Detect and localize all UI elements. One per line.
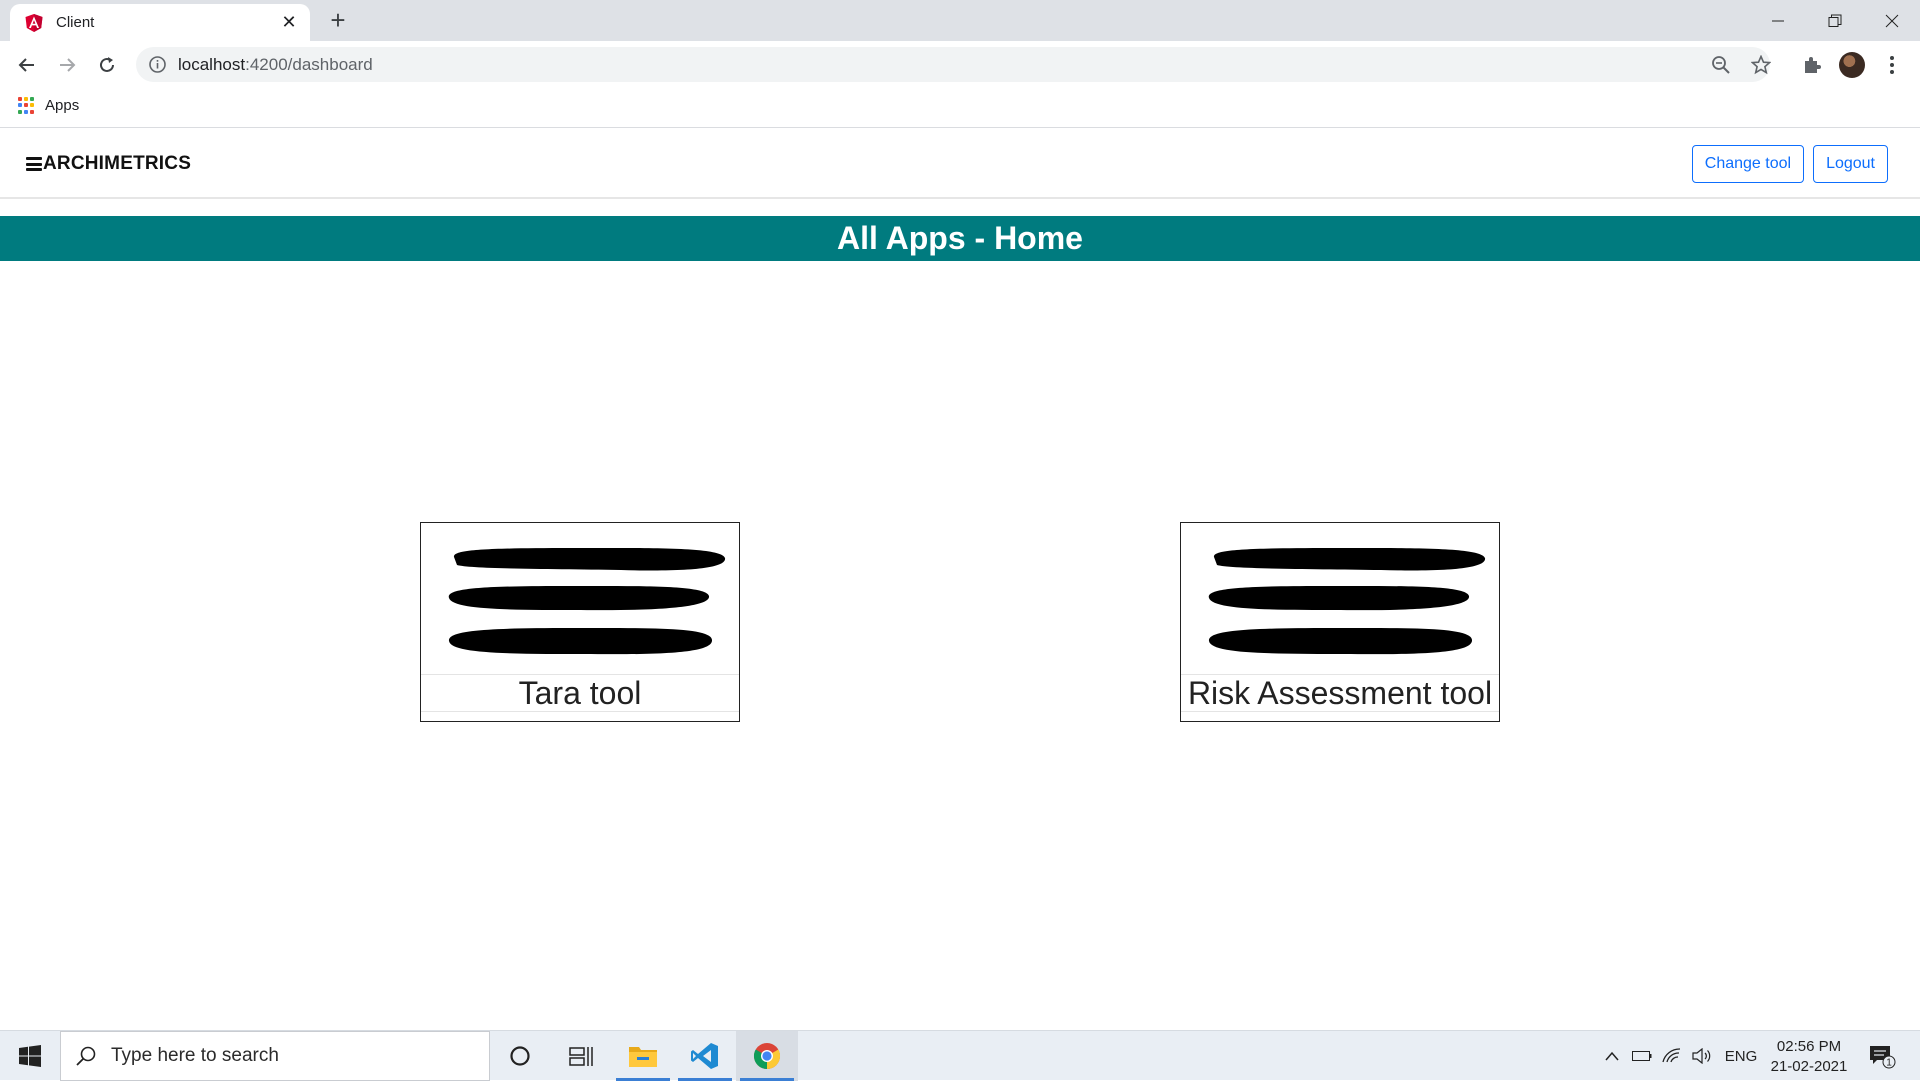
reload-icon — [100, 57, 114, 72]
close-window-button[interactable] — [1863, 0, 1920, 41]
forward-button[interactable] — [52, 50, 82, 80]
app-card-label: Tara tool — [421, 674, 739, 712]
menu-bars-icon — [448, 547, 726, 655]
battery-icon — [1632, 1051, 1652, 1061]
extensions-button[interactable] — [1797, 50, 1827, 80]
app-card-tara[interactable]: Tara tool — [420, 522, 740, 722]
volume-button[interactable] — [1690, 1031, 1714, 1081]
notifications-button[interactable]: 1 — [1862, 1031, 1902, 1081]
vscode-icon — [691, 1043, 718, 1069]
notification-icon: 1 — [1870, 1046, 1896, 1069]
url-path: :4200/dashboard — [245, 55, 373, 74]
brand-name: ARCHIMETRICS — [43, 153, 192, 174]
chrome-icon — [753, 1043, 781, 1070]
bookmark-apps[interactable]: Apps — [18, 97, 79, 114]
browser-tabstrip: Client ✕ + — [0, 0, 1920, 41]
wifi-icon — [1662, 1048, 1681, 1063]
page-banner: All Apps - Home — [0, 216, 1920, 261]
avatar — [1839, 52, 1865, 78]
new-tab-button[interactable]: + — [324, 6, 352, 34]
tab-close-icon[interactable]: ✕ — [278, 12, 300, 33]
brand[interactable]: ARCHIMETRICS — [26, 153, 191, 175]
tab-title: Client — [56, 14, 95, 31]
app-card-risk-assessment[interactable]: Risk Assessment tool — [1180, 522, 1500, 722]
app-navbar: ARCHIMETRICS Change tool Logout — [0, 129, 1920, 199]
windows-logo-icon — [19, 1045, 41, 1067]
hamburger-icon — [26, 157, 42, 171]
start-button[interactable] — [0, 1031, 60, 1081]
bookmarks-bar: Apps — [0, 88, 1920, 128]
chrome-button[interactable] — [736, 1031, 798, 1081]
menu-button[interactable] — [1877, 50, 1907, 80]
clock[interactable]: 02:56 PM 21-02-2021 — [1764, 1037, 1854, 1077]
bookmark-star-icon[interactable] — [1750, 54, 1772, 76]
window-controls — [1749, 0, 1920, 41]
browser-toolbar: localhost:4200/dashboard — [0, 41, 1920, 88]
apps-grid-icon — [18, 97, 35, 114]
browser-tab[interactable]: Client ✕ — [10, 4, 310, 41]
change-tool-button[interactable]: Change tool — [1691, 145, 1805, 183]
battery-button[interactable] — [1630, 1031, 1654, 1081]
url-host: localhost — [178, 55, 246, 74]
info-icon[interactable] — [148, 55, 167, 74]
back-arrow-icon — [18, 58, 34, 72]
page-title: All Apps - Home — [837, 220, 1083, 256]
search-icon — [76, 1046, 96, 1066]
menu-bars-icon — [1208, 547, 1486, 655]
angular-logo-icon — [25, 13, 43, 32]
task-view-button[interactable] — [550, 1031, 612, 1081]
taskbar-search[interactable]: Type here to search — [60, 1031, 490, 1081]
chevron-up-icon — [1605, 1051, 1619, 1061]
tray-overflow-button[interactable] — [1600, 1031, 1624, 1081]
kebab-menu-icon — [1890, 56, 1894, 74]
file-explorer-button[interactable] — [612, 1031, 674, 1081]
folder-icon — [629, 1047, 657, 1067]
restore-button[interactable] — [1806, 0, 1863, 41]
notification-count: 1 — [1886, 1058, 1892, 1069]
language-indicator: ENG — [1724, 1047, 1758, 1065]
address-bar[interactable]: localhost:4200/dashboard — [136, 47, 1772, 82]
language-button[interactable]: ENG — [1722, 1031, 1760, 1081]
minimize-button[interactable] — [1749, 0, 1806, 41]
clock-time: 02:56 PM — [1776, 1038, 1842, 1055]
logout-button[interactable]: Logout — [1813, 145, 1888, 183]
reload-button[interactable] — [92, 50, 122, 80]
task-view-icon — [569, 1047, 593, 1066]
zoom-icon[interactable] — [1710, 54, 1732, 76]
close-icon — [1885, 14, 1898, 27]
cortana-circle-icon — [510, 1046, 530, 1066]
speaker-icon — [1692, 1048, 1711, 1064]
profile-button[interactable] — [1837, 50, 1867, 80]
vscode-button[interactable] — [674, 1031, 736, 1081]
cortana-button[interactable] — [489, 1031, 551, 1081]
restore-icon — [1828, 14, 1841, 27]
navbar-actions: Change tool Logout — [1691, 145, 1888, 183]
minimize-icon — [1771, 20, 1784, 21]
clock-date: 21-02-2021 — [1770, 1058, 1848, 1075]
search-placeholder: Type here to search — [111, 1045, 279, 1066]
forward-arrow-icon — [60, 58, 76, 72]
url-text: localhost:4200/dashboard — [178, 55, 373, 75]
app-card-label: Risk Assessment tool — [1181, 674, 1499, 712]
bookmark-label: Apps — [45, 97, 80, 114]
back-button[interactable] — [12, 50, 42, 80]
windows-taskbar: Type here to search ENG 02:56 PM 21-02-2… — [0, 1030, 1920, 1081]
network-button[interactable] — [1660, 1031, 1684, 1081]
puzzle-icon — [1805, 57, 1821, 73]
